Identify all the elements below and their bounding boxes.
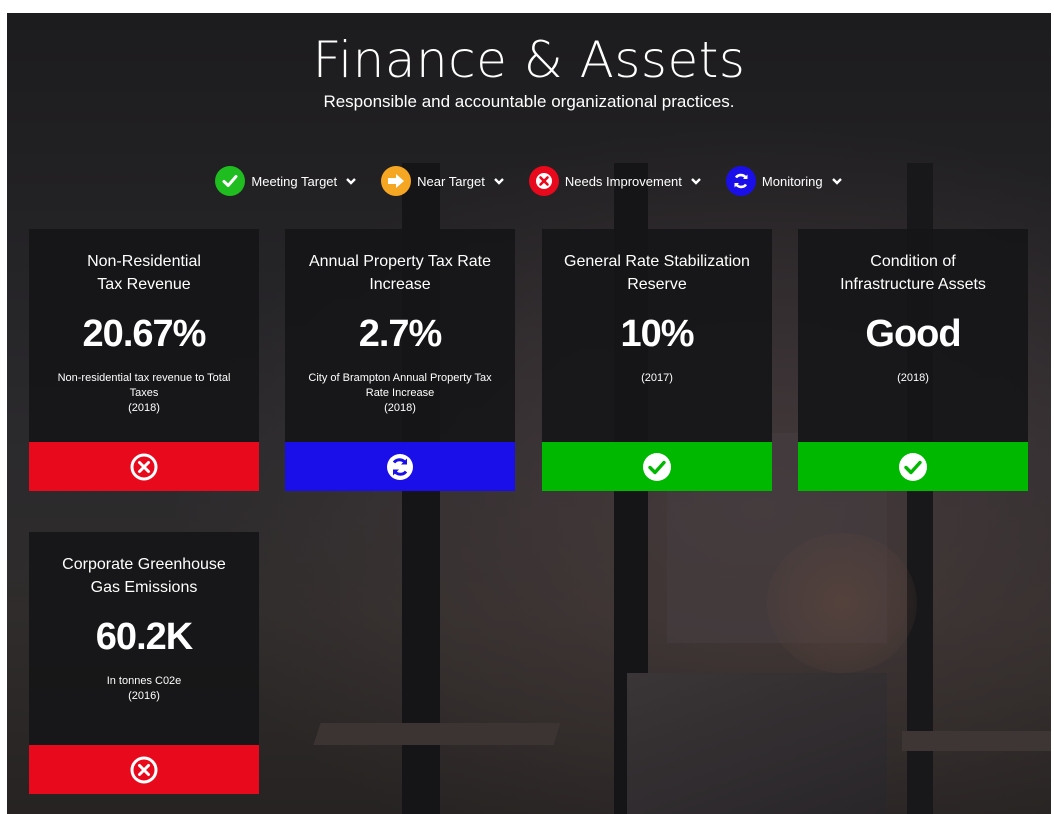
legend-needs-improvement[interactable]: Needs Improvement — [528, 166, 702, 196]
card-value: 60.2K — [95, 616, 193, 658]
legend-monitoring[interactable]: Monitoring — [725, 166, 843, 196]
card-title-line: Infrastructure Assets — [840, 276, 986, 293]
kpi-card-annual-property-tax-rate[interactable]: Annual Property Tax Rate Increase 2.7% Ci… — [285, 229, 515, 491]
card-title: Annual Property Tax Rate Increase — [299, 250, 501, 296]
background-tree — [767, 533, 917, 673]
legend-label: Needs Improvement — [564, 173, 682, 189]
check-icon — [643, 452, 671, 481]
card-title-line: Reserve — [627, 276, 687, 293]
card-description: Non-residential tax revenue to Total Taxe… — [47, 371, 241, 416]
card-title-line: Corporate Greenhouse — [62, 556, 226, 573]
kpi-card-general-rate-stabilization-reserve[interactable]: General Rate Stabilization Reserve 10% (2… — [542, 229, 772, 491]
chevron-down-icon[interactable] — [831, 175, 843, 187]
chevron-down-icon[interactable] — [345, 175, 357, 187]
x-circle-icon — [130, 756, 158, 783]
card-value: 2.7% — [358, 313, 443, 355]
background-table — [902, 731, 1051, 751]
x-circle-icon — [528, 166, 559, 196]
legend-near-target[interactable]: Near Target — [381, 166, 505, 196]
card-desc-line: (2018) — [897, 372, 929, 384]
legend-meeting-target[interactable]: Meeting Target — [215, 166, 357, 196]
page-subtitle: Responsible and accountable organization… — [323, 92, 735, 111]
page-title: Finance & Assets — [312, 31, 746, 89]
card-title: General Rate Stabilization Reserve — [556, 250, 758, 296]
check-icon — [899, 452, 927, 481]
status-bar-needs-improvement[interactable] — [29, 442, 259, 491]
kpi-card-non-residential-tax-revenue[interactable]: Non-Residential Tax Revenue 20.67% Non-re… — [29, 229, 259, 491]
card-desc-line: In tonnes C02e — [106, 675, 182, 687]
x-circle-icon — [130, 453, 158, 480]
status-legend: Meeting Target Near Target Needs Improve… — [7, 166, 1051, 196]
card-value: 10% — [620, 313, 694, 355]
kpi-card-condition-of-infrastructure-assets[interactable]: Condition of Infrastructure Assets Good (… — [798, 229, 1028, 491]
card-desc-line: (2017) — [641, 372, 673, 384]
card-title: Non-Residential Tax Revenue — [43, 250, 245, 296]
card-desc-line: (2018) — [384, 402, 416, 414]
check-icon — [215, 166, 246, 196]
background-street — [627, 673, 887, 814]
card-desc-line: (2018) — [128, 402, 160, 414]
card-desc-line: Non-residential tax revenue to Total — [57, 372, 231, 384]
card-desc-line: City of Brampton Annual Property Tax — [308, 372, 492, 384]
background-table — [313, 723, 561, 745]
card-title-line: Annual Property Tax Rate — [308, 253, 492, 270]
chevron-down-icon[interactable] — [493, 175, 505, 187]
legend-label: Meeting Target — [251, 173, 338, 189]
card-description: (2017) — [560, 371, 754, 386]
legend-label: Monitoring — [761, 173, 823, 189]
chevron-down-icon[interactable] — [690, 175, 702, 187]
card-title-line: Increase — [369, 276, 431, 293]
legend-label: Near Target — [417, 173, 485, 189]
card-title-line: Condition of — [870, 253, 956, 270]
refresh-icon — [725, 166, 756, 196]
card-title: Condition of Infrastructure Assets — [812, 250, 1014, 296]
kpi-card-corporate-greenhouse-gas-emissions[interactable]: Corporate Greenhouse Gas Emissions 60.2K … — [29, 532, 259, 794]
status-bar-monitoring[interactable] — [285, 442, 515, 491]
card-value: Good — [865, 313, 961, 355]
status-bar-needs-improvement[interactable] — [29, 745, 259, 794]
card-desc-line: Rate Increase — [365, 387, 435, 399]
card-value: 20.67% — [82, 313, 207, 355]
card-title-line: Tax Revenue — [97, 276, 191, 293]
card-desc-line: (2016) — [128, 690, 160, 702]
card-description: (2018) — [816, 371, 1010, 386]
arrow-right-icon — [381, 166, 412, 196]
card-title-line: Gas Emissions — [90, 579, 198, 596]
card-description: City of Brampton Annual Property Tax Rate… — [303, 371, 497, 416]
card-title-line: General Rate Stabilization — [564, 253, 750, 270]
card-title: Corporate Greenhouse Gas Emissions — [43, 553, 245, 599]
card-description: In tonnes C02e (2016) — [47, 674, 241, 704]
card-title-line: Non-Residential — [87, 253, 201, 270]
card-desc-line: Taxes — [129, 387, 159, 399]
status-bar-meeting-target[interactable] — [542, 442, 772, 491]
status-bar-meeting-target[interactable] — [798, 442, 1028, 491]
hero-background: Finance & Assets Responsible and account… — [7, 13, 1051, 814]
refresh-icon — [387, 453, 413, 480]
